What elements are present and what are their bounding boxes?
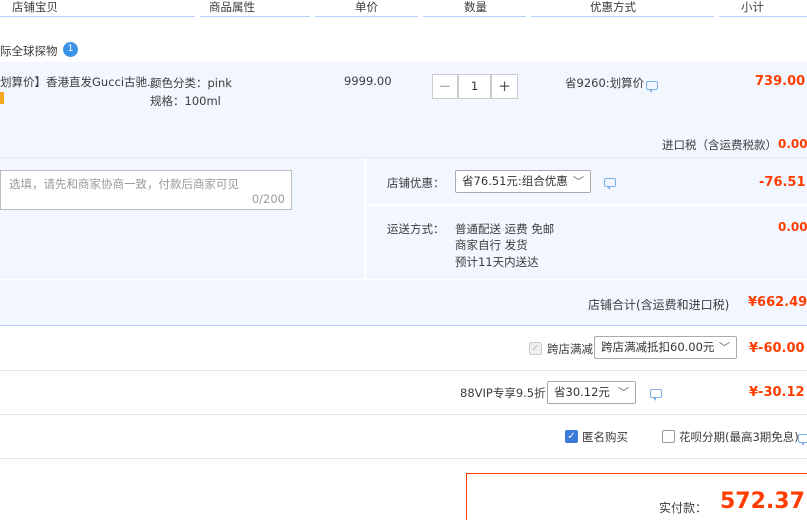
header-attributes: 商品属性	[209, 0, 255, 14]
shipping-line3: 预计11天内送达	[455, 255, 539, 269]
header-quantity: 数量	[464, 0, 487, 14]
header-subtotal: 小计	[741, 0, 764, 14]
message-placeholder: 选填，请先和商家协商一致，付款后商家可见	[9, 177, 239, 191]
payment-amount: 572.37	[720, 489, 805, 514]
divider	[0, 458, 807, 459]
item-subtotal: 739.00	[755, 74, 806, 89]
huabei-label: 花呗分期(最高3期免息)	[679, 430, 799, 444]
shop-name[interactable]: 际全球探物	[0, 43, 58, 59]
item-tag-icon	[0, 92, 4, 104]
message-counter: 0/200	[251, 192, 285, 206]
shipping-row	[366, 206, 807, 279]
header-shop-item: 店铺宝贝	[12, 0, 58, 14]
item-discount: 省9260:划算价	[565, 76, 645, 90]
chat-icon[interactable]	[650, 389, 662, 401]
header-underline	[531, 16, 714, 17]
quantity-minus-button[interactable]: −	[432, 74, 458, 99]
item-spec: 规格：100ml	[150, 94, 221, 108]
shop-total-label: 店铺合计(含运费和进口税)	[588, 298, 730, 312]
vip-select[interactable]: 省30.12元 ﹀	[547, 381, 636, 404]
header-discount: 优惠方式	[590, 0, 636, 14]
cross-store-select[interactable]: 跨店满减抵扣60.00元 ﹀	[594, 336, 737, 359]
divider	[0, 414, 807, 415]
import-tax-label: 进口税（含运费税款）	[662, 138, 777, 152]
shipping-label: 运送方式：	[387, 222, 445, 236]
huabei-checkbox[interactable]	[662, 430, 675, 443]
vip-label: 88VIP专享9.5折	[460, 386, 546, 400]
divider	[0, 370, 807, 371]
message-field[interactable]: 选填，请先和商家协商一致，付款后商家可见 0/200	[0, 170, 292, 210]
quantity-input[interactable]: 1	[458, 74, 491, 99]
shipping-line1: 普通配送 运费 免邮	[455, 222, 555, 236]
item-unit-price: 9999.00	[344, 74, 392, 88]
quantity-plus-button[interactable]: +	[491, 74, 518, 99]
shipping-value: 0.00	[778, 220, 807, 234]
vip-selected: 省30.12元	[554, 385, 610, 399]
chat-icon[interactable]	[798, 434, 807, 446]
header-underline	[315, 16, 418, 17]
payment-label: 实付款：	[659, 501, 708, 515]
cross-store-selected: 跨店满减抵扣60.00元	[601, 340, 715, 354]
item-color: 颜色分类：pink	[150, 76, 232, 90]
chat-icon[interactable]	[646, 81, 658, 93]
header-underline	[423, 16, 526, 17]
chevron-down-icon: ﹀	[618, 386, 629, 399]
cross-store-value: ¥-60.00	[749, 341, 805, 356]
cross-store-checkbox[interactable]: ✓	[529, 342, 542, 355]
chevron-down-icon: ﹀	[573, 175, 584, 188]
shop-discount-value: -76.51	[759, 175, 806, 190]
chevron-down-icon: ﹀	[719, 341, 730, 354]
anonymous-label: 匿名购买	[582, 430, 628, 444]
item-title[interactable]: 划算价】香港直发Gucci古驰...	[0, 74, 158, 90]
import-tax-value: 0.00	[778, 137, 807, 151]
shop-discount-selected: 省76.51元:组合优惠	[462, 174, 568, 188]
header-unit-price: 单价	[355, 0, 378, 14]
shop-discount-select[interactable]: 省76.51元:组合优惠 ﹀	[455, 170, 591, 193]
shop-badge-icon: 1	[63, 42, 78, 57]
cross-store-label: 跨店满减	[547, 342, 593, 356]
header-underline	[0, 16, 195, 17]
chat-icon[interactable]	[604, 178, 616, 190]
vip-value: ¥-30.12	[749, 385, 805, 400]
anonymous-checkbox[interactable]: ✓	[565, 430, 578, 443]
shop-discount-label: 店铺优惠：	[387, 176, 445, 190]
shipping-line2: 商家自行 发货	[455, 238, 528, 252]
header-underline	[200, 16, 310, 17]
shop-total-value: ¥662.49	[748, 295, 807, 310]
header-underline	[719, 16, 807, 17]
